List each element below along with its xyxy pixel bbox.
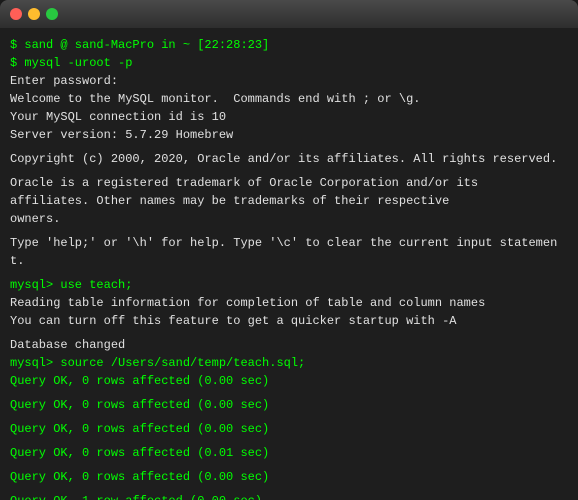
terminal-line: $ mysql -uroot -p [10, 54, 568, 72]
terminal-line: Query OK, 0 rows affected (0.00 sec) [10, 468, 568, 486]
maximize-button[interactable] [46, 8, 58, 20]
terminal-line: Query OK, 1 row affected (0.00 sec) [10, 492, 568, 500]
terminal-line: Query OK, 0 rows affected (0.00 sec) [10, 372, 568, 390]
window-controls[interactable] [10, 8, 58, 20]
title-bar [0, 0, 578, 28]
terminal-line: Reading table information for completion… [10, 294, 568, 312]
terminal-line: You can turn off this feature to get a q… [10, 312, 568, 330]
terminal-line: mysql> source /Users/sand/temp/teach.sql… [10, 354, 568, 372]
terminal-line: Enter password: [10, 72, 568, 90]
terminal-line: $ sand @ sand-MacPro in ~ [22:28:23] [10, 36, 568, 54]
terminal-line: Welcome to the MySQL monitor. Commands e… [10, 90, 568, 108]
terminal-line: affiliates. Other names may be trademark… [10, 192, 568, 210]
terminal-line: Query OK, 0 rows affected (0.00 sec) [10, 396, 568, 414]
terminal-line: owners. [10, 210, 568, 228]
terminal-line: mysql> use teach; [10, 276, 568, 294]
terminal-line: Oracle is a registered trademark of Orac… [10, 174, 568, 192]
terminal-line: Copyright (c) 2000, 2020, Oracle and/or … [10, 150, 568, 168]
terminal-line: Database changed [10, 336, 568, 354]
terminal-body[interactable]: $ sand @ sand-MacPro in ~ [22:28:23]$ my… [0, 28, 578, 500]
terminal-line: Type 'help;' or '\h' for help. Type '\c'… [10, 234, 568, 270]
terminal-line: Query OK, 0 rows affected (0.01 sec) [10, 444, 568, 462]
terminal-line: Query OK, 0 rows affected (0.00 sec) [10, 420, 568, 438]
terminal-line: Your MySQL connection id is 10 [10, 108, 568, 126]
close-button[interactable] [10, 8, 22, 20]
minimize-button[interactable] [28, 8, 40, 20]
terminal-line: Server version: 5.7.29 Homebrew [10, 126, 568, 144]
